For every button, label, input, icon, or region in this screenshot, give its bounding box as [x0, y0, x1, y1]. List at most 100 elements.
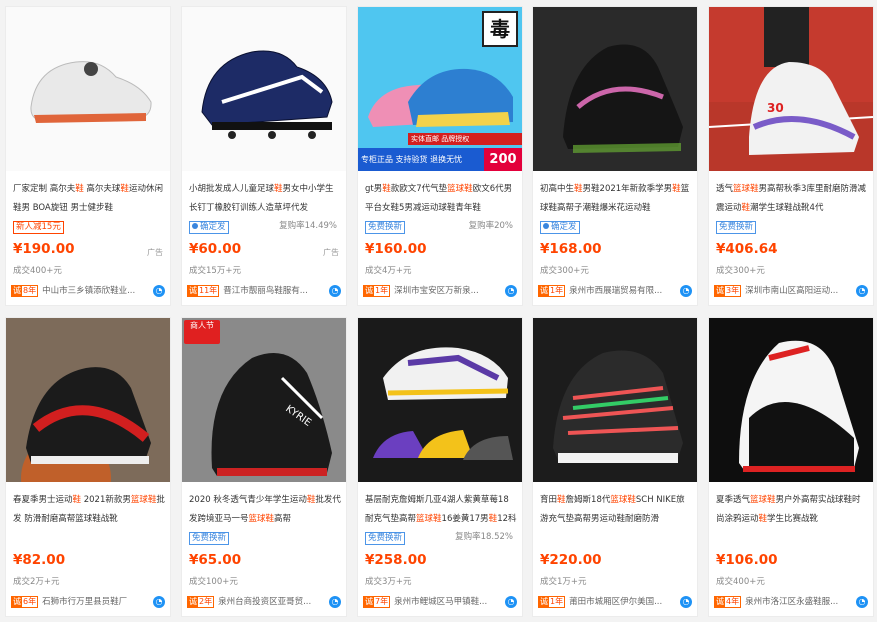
product-title[interactable]: 春夏季男士运动鞋 2021新款男篮球鞋批发 防滑耐磨高帮篮球鞋战靴: [13, 491, 165, 529]
shop-years: 8年: [23, 286, 37, 295]
product-title[interactable]: 2020 秋冬透气青少年学生运动鞋批发代发跨境亚马一号篮球鞋高帮: [189, 491, 341, 529]
product-title[interactable]: 厂家定制 高尔夫鞋 高尔夫球鞋运动休闲鞋男 BOA旋钮 男士健步鞋: [13, 180, 165, 218]
title-segment: 春夏季男士运动: [13, 495, 73, 505]
sales-volume: 成交3万+元: [365, 577, 412, 587]
tag-row: [716, 532, 868, 545]
sales-volume: 成交100+元: [189, 577, 238, 587]
chat-icon[interactable]: ◔: [153, 285, 165, 297]
product-card[interactable]: 夏季透气篮球鞋男户外高帮实战球鞋时尚涂鸦运动鞋学生比赛战靴 ¥106.00 成交40…: [708, 317, 874, 617]
shop-name[interactable]: 石狮市行万里县员鞋厂: [42, 595, 127, 609]
shop-years: 11年: [199, 286, 218, 295]
tag-row: 确定发 复购率14.49%: [189, 221, 341, 234]
service-tag-label: 免费换新: [368, 222, 403, 232]
title-segment: 鞋: [758, 514, 768, 524]
tag-row: 免费换新 复购率20%: [365, 221, 517, 234]
service-tag: 确定发: [189, 221, 229, 234]
product-title[interactable]: 夏季透气篮球鞋男户外高帮实战球鞋时尚涂鸦运动鞋学生比赛战靴: [716, 491, 868, 529]
product-card[interactable]: 基层耐克詹姆斯几亚4湖人紫黄草莓18耐克气垫高帮篮球鞋16姜黄17男鞋12科比1…: [357, 317, 523, 617]
product-card[interactable]: 小胡批发成人儿童足球鞋男女中小学生长钉丁橡胶钉训练人造草坪代发确定发 复购率14.…: [181, 6, 347, 306]
sales-volume: 成交1万+元: [540, 577, 587, 587]
trust-icon: 诚: [715, 286, 725, 296]
shop-row[interactable]: 诚 3年 深圳市南山区高阳运动... ◔: [714, 284, 868, 298]
title-segment: 高帮: [274, 514, 292, 524]
blue-pink-basketball-shoes-photo[interactable]: 毒实体直邮 品牌授权 专柜正品 支持验货 退换无忧 200: [358, 7, 522, 171]
product-title[interactable]: 育田鞋詹姆斯18代篮球鞋SCH NIKE旅游充气垫高帮男运动鞋耐磨防滑: [540, 491, 692, 529]
curry-high-top-shoe-on-track-photo[interactable]: 30: [709, 7, 873, 171]
chat-icon[interactable]: ◔: [329, 596, 341, 608]
title-segment: 16姜黄17男: [441, 514, 489, 524]
service-tag: 新人减15元: [13, 221, 64, 234]
shop-name[interactable]: 晋江市靓丽鸟鞋服有...: [223, 284, 308, 298]
brand-logo: 毒: [482, 11, 518, 47]
product-title[interactable]: gt男鞋款欧文7代气垫篮球鞋欧文6代男平台女鞋5男减运动球鞋青年鞋: [365, 180, 517, 218]
tag-row: 新人减15元: [13, 221, 165, 234]
shop-name[interactable]: 泉州市鲤城区马甲镇鞋...: [394, 595, 487, 609]
shop-years: 2年: [199, 597, 213, 606]
title-segment: 学生比赛战靴: [767, 514, 819, 524]
product-title[interactable]: 初高中生鞋男鞋2021年新款季学男鞋篮球鞋高帮子潮鞋爆米花运动鞋: [540, 180, 692, 218]
festival-badge: 商人节: [184, 320, 220, 344]
title-segment: 鞋: [274, 184, 283, 194]
title-segment: 詹姆斯18代: [565, 495, 611, 505]
product-card[interactable]: 毒实体直邮 品牌授权 专柜正品 支持验货 退换无忧 200 gt男鞋款欧文7代气垫篮球…: [357, 6, 523, 306]
chat-icon[interactable]: ◔: [505, 285, 517, 297]
chat-icon[interactable]: ◔: [329, 285, 341, 297]
black-iridescent-basketball-shoe-photo[interactable]: [533, 7, 697, 171]
product-card[interactable]: 30 透气篮球鞋男高帮秋季3库里耐磨防滑减震运动鞋潮学生球鞋战靴4代 免费换新 ¥40…: [708, 6, 874, 306]
chat-icon[interactable]: ◔: [153, 596, 165, 608]
shop-row[interactable]: 诚 8年 中山市三乡镇添欣鞋业... ◔: [11, 284, 165, 298]
shop-row[interactable]: 诚 6年 石狮市行万里县员鞋厂 ◔: [11, 595, 165, 609]
shop-row[interactable]: 诚 11年 晋江市靓丽鸟鞋服有... ◔: [187, 284, 341, 298]
lebron-multicolor-shoe-photo[interactable]: [533, 318, 697, 482]
title-segment: 2020 秋冬透气青少年学生运动: [189, 495, 307, 505]
service-tag: 免费换新: [716, 221, 757, 234]
black-white-red-high-top-shoe-photo[interactable]: [709, 318, 873, 482]
shop-row[interactable]: 诚 7年 泉州市鲤城区马甲镇鞋... ◔: [363, 595, 517, 609]
chat-icon[interactable]: ◔: [856, 596, 868, 608]
navy-football-cleat-photo[interactable]: [182, 7, 346, 171]
trust-icon: 诚: [188, 597, 198, 607]
white-golf-shoe-photo[interactable]: [6, 7, 170, 171]
shop-row[interactable]: 诚 4年 泉州市洛江区永盛鞋服... ◔: [714, 595, 868, 609]
product-title[interactable]: 透气篮球鞋男高帮秋季3库里耐磨防滑减震运动鞋潮学生球鞋战靴4代: [716, 180, 868, 218]
title-segment: 款欧文7代气垫: [390, 184, 448, 194]
product-title[interactable]: 小胡批发成人儿童足球鞋男女中小学生长钉丁橡胶钉训练人造草坪代发: [189, 180, 341, 218]
service-tag: 免费换新: [189, 532, 230, 545]
shop-name[interactable]: 泉州市西展瑞贸易有限...: [569, 284, 662, 298]
price: ¥106.00: [716, 552, 778, 568]
shop-name[interactable]: 深圳市宝安区万新泉...: [394, 284, 479, 298]
shop-name[interactable]: 深圳市南山区高阳运动...: [745, 284, 838, 298]
kyrie-black-red-shoe-photo[interactable]: KYRIE 商人节: [182, 318, 346, 482]
red-black-jordan-shoe-lacing-photo[interactable]: [6, 318, 170, 482]
shop-name[interactable]: 泉州市洛江区永盛鞋服...: [745, 595, 838, 609]
svg-text:30: 30: [767, 101, 784, 115]
shop-name[interactable]: 中山市三乡镇添欣鞋业...: [42, 284, 135, 298]
product-title[interactable]: 基层耐克詹姆斯几亚4湖人紫黄草莓18耐克气垫高帮篮球鞋16姜黄17男鞋12科比1…: [365, 491, 517, 529]
shop-name[interactable]: 泉州台商投资区亚哥贸...: [218, 595, 311, 609]
shop-years-badge: 诚 6年: [11, 596, 39, 608]
product-card[interactable]: 初高中生鞋男鞋2021年新款季学男鞋篮球鞋高帮子潮鞋爆米花运动鞋 确定发 ¥168.…: [532, 6, 698, 306]
promo-label: 实体直邮 品牌授权: [408, 133, 522, 145]
shop-row[interactable]: 诚 2年 泉州台商投资区亚哥贸... ◔: [187, 595, 341, 609]
product-card[interactable]: 春夏季男士运动鞋 2021新款男篮球鞋批发 防滑耐磨高帮篮球鞋战靴 ¥82.00 成…: [5, 317, 171, 617]
ad-label: 广告: [147, 248, 163, 257]
title-segment: 2021新款男: [81, 495, 131, 505]
product-card[interactable]: 育田鞋詹姆斯18代篮球鞋SCH NIKE旅游充气垫高帮男运动鞋耐磨防滑 ¥220.…: [532, 317, 698, 617]
chat-icon[interactable]: ◔: [856, 285, 868, 297]
check-icon: [543, 223, 549, 229]
purple-lakers-shoes-group-photo[interactable]: [358, 318, 522, 482]
shop-row[interactable]: 诚 1年 莆田市城厢区伊尔美国... ◔: [538, 595, 692, 609]
product-card[interactable]: KYRIE 商人节 2020 秋冬透气青少年学生运动鞋批发代发跨境亚马一号篮球鞋高帮…: [181, 317, 347, 617]
title-segment: 篮球鞋: [447, 184, 473, 194]
product-card[interactable]: 厂家定制 高尔夫鞋 高尔夫球鞋运动休闲鞋男 BOA旋钮 男士健步鞋 新人减15元 ¥…: [5, 6, 171, 306]
title-segment: 夏季透气: [716, 495, 751, 505]
chat-icon[interactable]: ◔: [505, 596, 517, 608]
title-segment: 篮球鞋: [416, 514, 442, 524]
shop-row[interactable]: 诚 1年 泉州市西展瑞贸易有限... ◔: [538, 284, 692, 298]
chat-icon[interactable]: ◔: [680, 596, 692, 608]
title-segment: 篮球鞋: [248, 514, 275, 524]
shop-name[interactable]: 莆田市城厢区伊尔美国...: [569, 595, 662, 609]
shop-years-badge: 诚 3年: [714, 285, 742, 297]
shop-row[interactable]: 诚 1年 深圳市宝安区万新泉... ◔: [363, 284, 517, 298]
chat-icon[interactable]: ◔: [680, 285, 692, 297]
